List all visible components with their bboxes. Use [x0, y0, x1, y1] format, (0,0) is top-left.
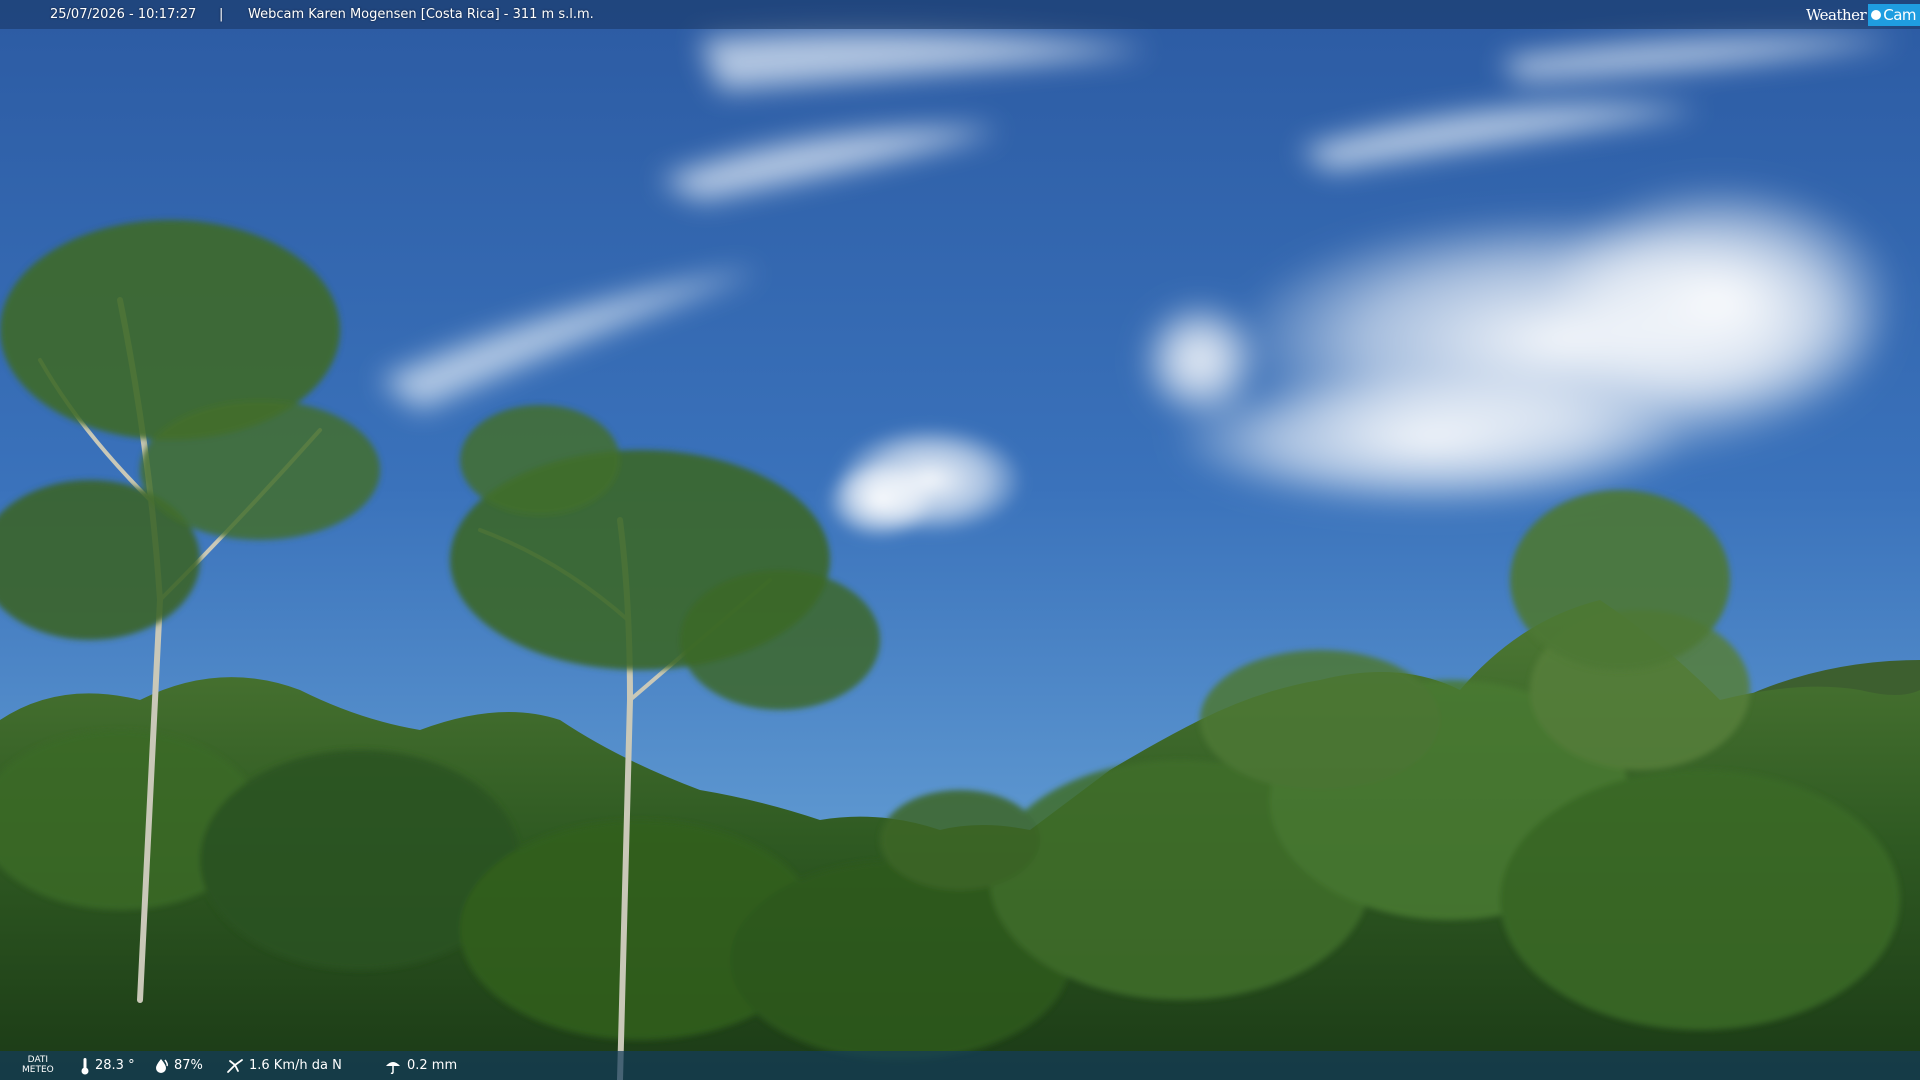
logo-text-weather: Weather	[1805, 5, 1867, 24]
wind-reading: 1.6 Km/h da N	[226, 1051, 342, 1080]
humidity-reading: 87%	[153, 1051, 203, 1080]
separator: |	[219, 7, 224, 22]
webcam-frame: 25/07/2026 - 10:17:27 | Webcam Karen Mog…	[0, 0, 1920, 1080]
humidity-value: 87%	[174, 1058, 203, 1073]
temperature-reading: 28.3 °	[80, 1051, 135, 1080]
rain-reading: 0.2 mm	[384, 1051, 457, 1080]
weather-data-bar: DATI METEO 28.3 ° 87% 1.6 Km/h da N 0.2 …	[0, 1051, 1920, 1080]
weather-label-line2: METEO	[22, 1065, 54, 1075]
logo-cam-block: Cam	[1868, 3, 1920, 26]
rain-icon	[386, 1061, 400, 1074]
webcam-title: Webcam Karen Mogensen [Costa Rica] - 311…	[248, 7, 594, 22]
weathercam-logo: Weather Cam	[1806, 0, 1920, 29]
humidity-icon	[156, 1058, 168, 1073]
wind-value: 1.6 Km/h da N	[249, 1058, 342, 1073]
rain-value: 0.2 mm	[407, 1058, 458, 1073]
weather-label-line1: DATI	[27, 1055, 49, 1065]
logo-dot-icon	[1871, 9, 1882, 20]
temperature-value: 28.3 °	[95, 1058, 135, 1073]
thermometer-icon	[81, 1057, 89, 1074]
webcam-image	[0, 0, 1920, 1080]
wind-icon	[227, 1058, 243, 1073]
weather-label: DATI METEO	[22, 1055, 54, 1075]
timestamp: 25/07/2026 - 10:17:27	[50, 7, 197, 22]
top-info-bar: 25/07/2026 - 10:17:27 | Webcam Karen Mog…	[0, 0, 1920, 29]
logo-text-cam: Cam	[1883, 5, 1916, 24]
